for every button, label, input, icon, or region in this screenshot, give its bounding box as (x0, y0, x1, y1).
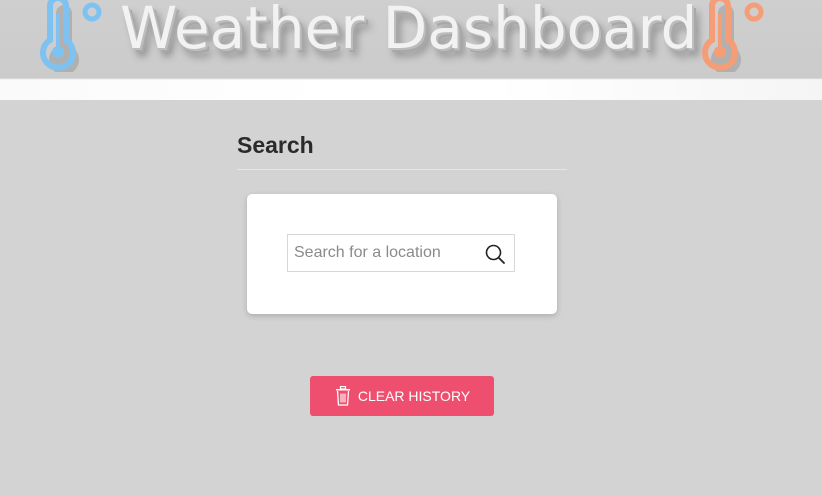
header-divider (0, 80, 822, 100)
clear-history-label: CLEAR HISTORY (357, 388, 471, 404)
search-section: Search (237, 132, 567, 170)
trash-icon (334, 385, 352, 406)
header-banner: Weather Dashboard (0, 0, 822, 100)
thermometer-icon (698, 0, 768, 75)
search-box (287, 234, 515, 272)
search-icon[interactable] (484, 243, 506, 265)
section-title: Search (237, 132, 567, 170)
search-card (247, 194, 557, 314)
clear-history-button[interactable]: CLEAR HISTORY (310, 376, 494, 416)
thermometer-icon (36, 0, 106, 75)
page-title: Weather Dashboard (120, 0, 698, 62)
search-input[interactable] (288, 235, 478, 271)
